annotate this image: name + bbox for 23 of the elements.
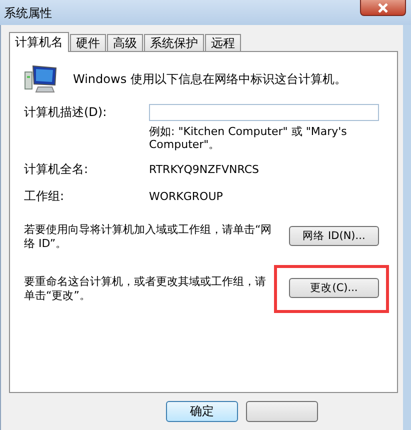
instruction-text: 要重命名这台计算机，或者更改其域或工作组，请单击“更改”。 <box>24 275 267 303</box>
tab[interactable]: 高级 <box>107 34 143 51</box>
tab[interactable]: 硬件 <box>70 34 106 51</box>
close-button[interactable] <box>360 0 406 16</box>
action-button[interactable]: 更改(C)... <box>289 278 379 298</box>
action-button[interactable]: 网络 ID(N)... <box>289 226 379 246</box>
close-icon <box>377 2 389 12</box>
field-label: 工作组: <box>24 188 66 205</box>
intro-text: Windows 使用以下信息在网络中标识这台计算机。 <box>73 70 346 88</box>
description-label: 计算机描述(D): <box>24 104 108 121</box>
tab[interactable]: 远程 <box>205 34 241 51</box>
field-value: WORKGROUP <box>149 190 223 203</box>
window-title: 系统属性 <box>3 5 52 22</box>
description-field[interactable] <box>149 104 379 121</box>
instruction-text: 若要使用向导将计算机加入域或工作组，请单击“网络 ID”。 <box>24 223 273 251</box>
field-value: RTRKYQ9NZFVNRCS <box>149 163 260 176</box>
field-label: 计算机全名: <box>24 161 90 178</box>
tab[interactable]: 系统保护 <box>144 34 204 51</box>
example-text: 例如: "Kitchen Computer" 或 "Mary's Computer"。 <box>149 125 348 151</box>
tab[interactable]: 计算机名 <box>9 32 69 52</box>
dialog-button[interactable]: 确定 <box>166 401 238 422</box>
dialog-button[interactable] <box>246 401 318 422</box>
computer-icon <box>24 64 58 94</box>
